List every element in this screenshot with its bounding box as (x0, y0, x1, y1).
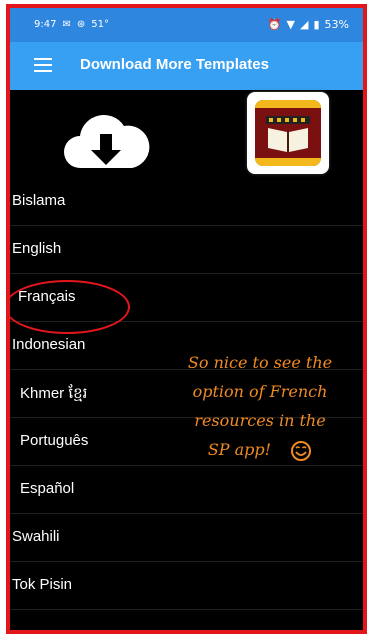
app-bar-title: Download More Templates (80, 56, 269, 73)
signal-icon: ◢ (300, 18, 309, 31)
annotation-line: So nice to see the (187, 353, 333, 372)
status-bar: 9:47 ✉ ⊛ 51° ⏰ ▼ ◢ ▮ 53% (10, 8, 363, 42)
language-item-tok-pisin[interactable]: Tok Pisin (10, 562, 363, 610)
language-item-swahili[interactable]: Swahili (10, 514, 363, 562)
highlight-circle (10, 280, 130, 334)
messages-icon: ✉ (62, 19, 71, 30)
smiley-icon (291, 440, 312, 461)
hamburger-menu-icon[interactable] (34, 58, 52, 72)
language-item-espanol[interactable]: Español (10, 466, 363, 514)
story-publisher-logo (247, 92, 329, 174)
book-icon (266, 116, 310, 152)
annotation-line: option of French (192, 382, 328, 401)
annotation-line: resources in the (194, 411, 326, 430)
language-item-bislama[interactable]: Bislama (10, 178, 363, 226)
phone-screenshot: 9:47 ✉ ⊛ 51° ⏰ ▼ ◢ ▮ 53% Download More T… (6, 4, 367, 634)
battery-icon: ▮ (313, 18, 320, 31)
sync-icon: ⊛ (76, 19, 86, 30)
battery-percent: 53% (324, 18, 349, 31)
app-bar: Download More Templates (10, 42, 363, 90)
wifi-icon: ▼ (286, 18, 296, 31)
status-temperature: 51° (91, 19, 109, 30)
alarm-icon: ⏰ (267, 18, 282, 31)
status-time: 9:47 (34, 19, 57, 30)
annotation-note: So nice to see the option of French reso… (160, 348, 360, 464)
cloud-download-icon[interactable] (62, 108, 150, 178)
annotation-line: SP app! (207, 440, 272, 459)
language-item-english[interactable]: English (10, 226, 363, 274)
